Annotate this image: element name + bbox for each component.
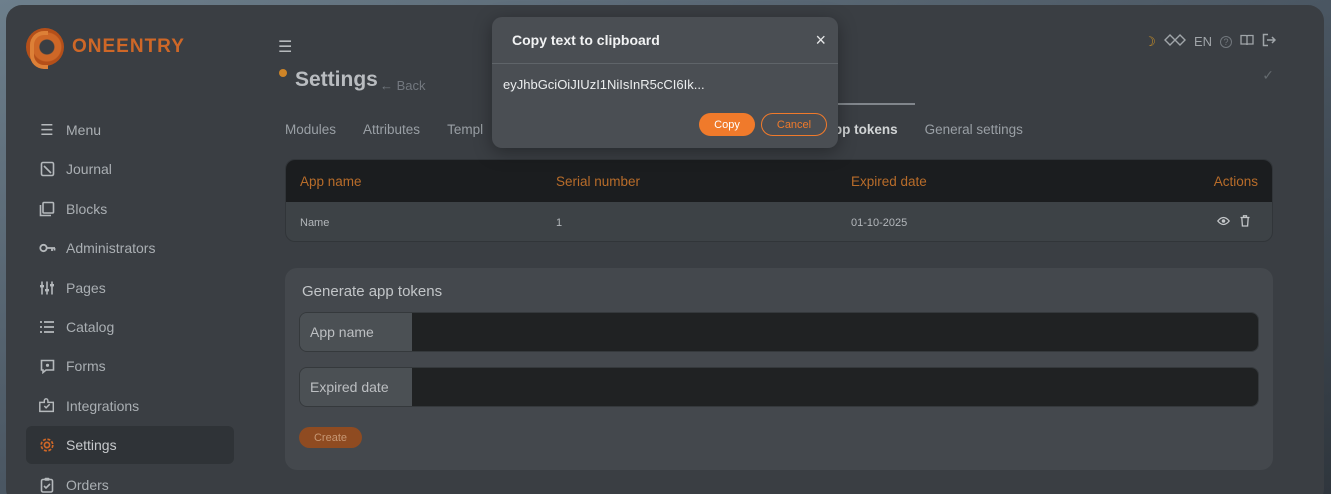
sidebar-item-orders[interactable]: Orders bbox=[26, 466, 234, 494]
sidebar-item-label: Menu bbox=[66, 122, 102, 138]
journal-icon bbox=[38, 160, 56, 178]
tab-general-settings[interactable]: General settings bbox=[925, 115, 1023, 145]
sidebar-item-label: Journal bbox=[66, 161, 112, 178]
clipboard-icon bbox=[38, 476, 56, 494]
table-header: App name Serial number Expired date Acti… bbox=[286, 160, 1272, 202]
blocks-icon bbox=[38, 200, 56, 218]
key-icon bbox=[38, 239, 56, 257]
sidebar-item-label: Pages bbox=[66, 279, 106, 296]
logout-icon[interactable] bbox=[1262, 33, 1277, 50]
sliders-icon bbox=[38, 279, 56, 297]
puzzle-icon bbox=[38, 397, 56, 415]
theme-toggle-icon[interactable]: ☽ bbox=[1144, 34, 1156, 50]
generate-title: Generate app tokens bbox=[302, 283, 443, 300]
back-link[interactable]: ← Back bbox=[380, 78, 426, 93]
sidebar-item-pages[interactable]: Pages bbox=[26, 269, 234, 307]
app-name-input[interactable] bbox=[412, 313, 1258, 351]
hamburger-menu-icon[interactable]: ☰ bbox=[278, 37, 292, 57]
column-header-app-name: App name bbox=[300, 173, 362, 189]
list-icon bbox=[38, 318, 56, 336]
page-title: Settings bbox=[295, 68, 378, 91]
sidebar-item-settings[interactable]: Settings bbox=[26, 426, 234, 465]
sidebar: ☰ Menu Journal Blocks Administrators Pag… bbox=[26, 111, 234, 494]
status-dot bbox=[279, 69, 287, 77]
column-header-expired-date: Expired date bbox=[851, 173, 927, 189]
help-icon[interactable]: ? bbox=[1220, 35, 1232, 48]
table-row: Name 1 01-10-2025 bbox=[286, 202, 1272, 241]
sidebar-item-integrations[interactable]: Integrations bbox=[26, 387, 234, 425]
cell-serial-number: 1 bbox=[556, 216, 563, 229]
sidebar-item-journal[interactable]: Journal bbox=[26, 150, 234, 188]
delete-trash-icon[interactable] bbox=[1240, 215, 1250, 230]
arrow-left-icon: ← bbox=[380, 78, 397, 93]
forms-icon bbox=[38, 357, 56, 375]
row-actions bbox=[1216, 215, 1250, 230]
active-tab-indicator bbox=[838, 103, 915, 105]
sidebar-item-blocks[interactable]: Blocks bbox=[26, 190, 234, 228]
brand-name: ONEENTRY bbox=[72, 36, 185, 57]
sidebar-item-label: Blocks bbox=[66, 200, 108, 217]
copy-button[interactable]: Copy bbox=[699, 113, 755, 136]
create-button[interactable]: Create bbox=[299, 427, 362, 448]
sidebar-item-label: Orders bbox=[66, 476, 109, 493]
logo-icon bbox=[26, 28, 64, 69]
app-name-field: App name bbox=[299, 312, 1259, 352]
column-header-serial-number: Serial number bbox=[556, 173, 641, 189]
brand-logo[interactable]: ONEENTRY bbox=[26, 27, 185, 69]
view-eye-icon[interactable] bbox=[1216, 215, 1231, 230]
gear-icon bbox=[38, 436, 56, 454]
cancel-button[interactable]: Cancel bbox=[761, 113, 827, 136]
tab-modules[interactable]: Modules bbox=[285, 115, 336, 145]
expired-date-label: Expired date bbox=[300, 368, 412, 406]
language-selector[interactable]: EN bbox=[1194, 34, 1212, 49]
modal-header: Copy text to clipboard × bbox=[492, 17, 838, 64]
modal-title: Copy text to clipboard bbox=[512, 32, 660, 48]
network-icon[interactable] bbox=[1163, 33, 1186, 50]
back-label: Back bbox=[396, 78, 426, 93]
tab-templates[interactable]: Templ bbox=[447, 115, 483, 145]
sidebar-item-forms[interactable]: Forms bbox=[26, 347, 234, 385]
sidebar-item-catalog[interactable]: Catalog bbox=[26, 308, 234, 346]
sidebar-item-administrators[interactable]: Administrators bbox=[26, 229, 234, 267]
app-name-label: App name bbox=[300, 313, 412, 351]
header-toolbar: ☽ EN ? bbox=[1144, 33, 1277, 50]
checkmark-icon: ✓ bbox=[1262, 67, 1274, 83]
sidebar-item-menu[interactable]: ☰ Menu bbox=[26, 111, 234, 149]
column-header-actions: Actions bbox=[1213, 173, 1258, 189]
sidebar-item-label: Administrators bbox=[66, 240, 156, 257]
expired-date-field: Expired date bbox=[299, 367, 1259, 407]
tab-attributes[interactable]: Attributes bbox=[363, 115, 420, 145]
menu-icon: ☰ bbox=[40, 122, 54, 139]
book-icon[interactable] bbox=[1240, 34, 1254, 49]
sidebar-item-label: Settings bbox=[66, 437, 117, 454]
cell-expired-date: 01-10-2025 bbox=[851, 216, 908, 229]
sidebar-item-label: Integrations bbox=[66, 397, 140, 414]
close-icon[interactable]: × bbox=[815, 30, 826, 51]
token-text: eyJhbGciOiJIUzI1NiIsInR5cCI6Ik... bbox=[503, 77, 705, 92]
sidebar-item-label: Catalog bbox=[66, 318, 115, 335]
expired-date-input[interactable] bbox=[412, 368, 1258, 406]
modal-actions: Copy Cancel bbox=[699, 113, 827, 136]
cell-app-name: Name bbox=[300, 216, 330, 229]
generate-tokens-card: Generate app tokens App name Expired dat… bbox=[285, 268, 1273, 470]
sidebar-item-label: Forms bbox=[66, 358, 106, 375]
tokens-table: App name Serial number Expired date Acti… bbox=[285, 159, 1273, 242]
copy-clipboard-modal: Copy text to clipboard × eyJhbGciOiJIUzI… bbox=[492, 17, 838, 148]
